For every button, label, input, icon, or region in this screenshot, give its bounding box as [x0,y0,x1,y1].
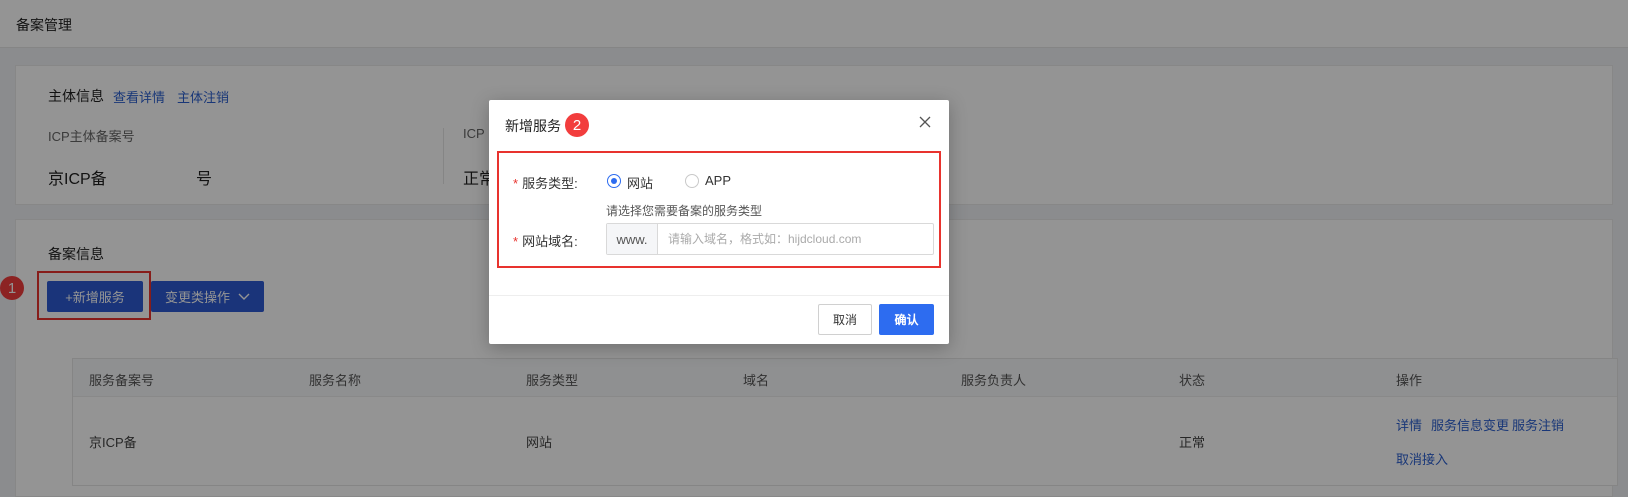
domain-input-group: www. [606,223,934,255]
add-service-modal: 新增服务 2 * 服务类型: 网站 APP 请选择您需要备案的服务类型 * 网站域名… [489,100,949,344]
domain-prefix: www. [607,224,658,254]
service-type-label: * 服务类型: [513,176,578,191]
step-badge-2: 2 [565,113,589,137]
service-type-hint: 请选择您需要备案的服务类型 [606,204,763,218]
domain-input[interactable] [658,224,933,254]
close-icon[interactable] [919,112,931,133]
cancel-button[interactable]: 取消 [818,304,872,335]
modal-title: 新增服务 [505,118,561,134]
modal-footer-divider [489,295,949,296]
radio-app[interactable] [685,174,699,188]
confirm-button[interactable]: 确认 [879,304,934,335]
domain-label: * 网站域名: [513,234,578,249]
radio-website[interactable] [607,174,621,188]
radio-app-label[interactable]: APP [705,173,731,188]
radio-website-label[interactable]: 网站 [627,173,653,192]
